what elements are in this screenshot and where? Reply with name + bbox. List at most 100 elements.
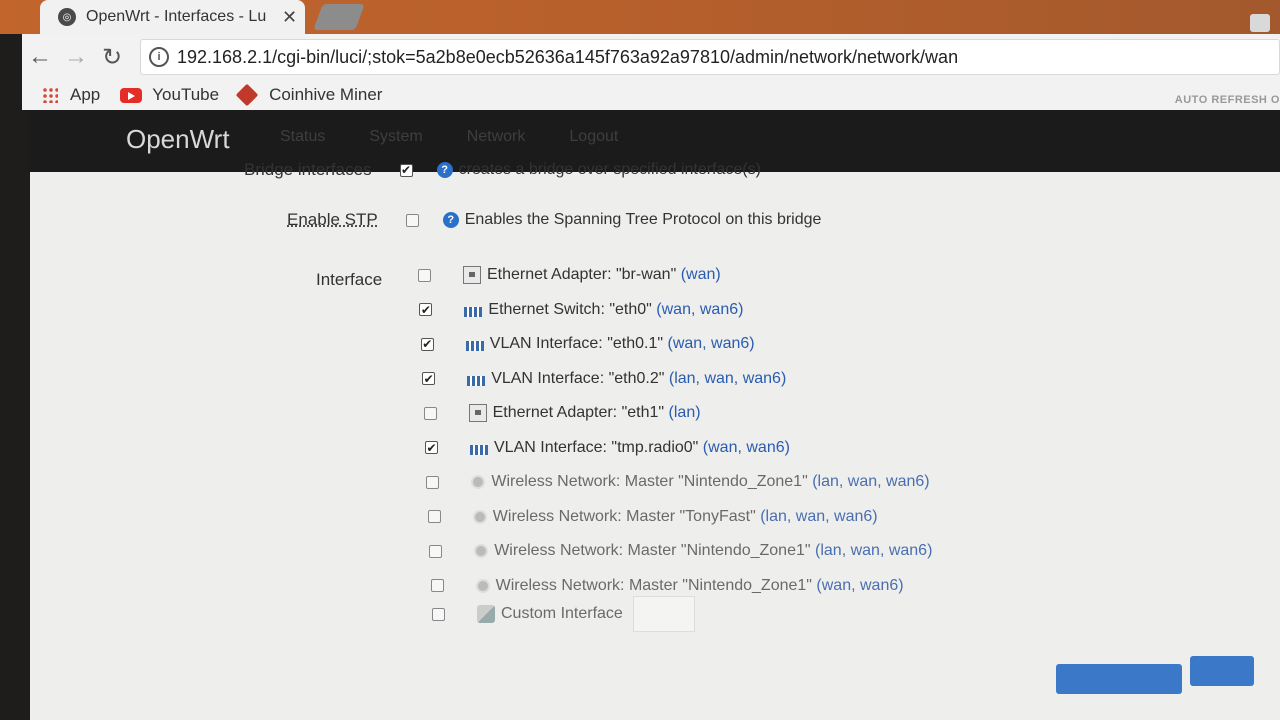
new-tab-button[interactable] [313,4,365,30]
menu-system[interactable]: System [369,128,422,146]
help-icon: ? [436,162,453,178]
custom-interface-input[interactable] [632,596,695,632]
vlan-icon [470,444,488,455]
interface-name: Wireless Network: Master "TonyFast" [492,507,756,525]
interface-row: Wireless Network: Master "Nintendo_Zone1… [426,473,930,491]
ethernet-adapter-icon [468,404,487,422]
interface-zones: (wan, wan6) [702,438,790,456]
wireless-icon [475,578,490,593]
interface-checkbox[interactable] [427,510,441,523]
enable-stp-label: Enable STP [287,210,378,229]
bookmark-label: Coinhive Miner [269,85,383,104]
enable-stp-checkbox[interactable] [405,213,419,227]
main-menu: Status System Network Logout [280,128,662,146]
interface-row: Ethernet Switch: "eth0" (wan, wan6) [419,301,743,319]
url-text: 192.168.2.1/cgi-bin/luci/;stok=5a2b8e0ec… [177,46,959,67]
interface-checkbox[interactable] [418,268,431,282]
interface-name: VLAN Interface: "eth0.1" [489,335,664,352]
wireless-icon [474,544,489,558]
back-icon[interactable]: ← [22,43,58,71]
custom-interface-label: Custom Interface [501,605,623,622]
interface-zones: (lan, wan, wan6) [760,507,878,525]
interface-name: Wireless Network: Master "Nintendo_Zone1… [495,576,812,594]
bridge-help-text: creates a bridge over specified interfac… [458,161,761,178]
stp-help-text: Enables the Spanning Tree Protocol on th… [464,211,822,228]
bookmarks-bar: App YouTube Coinhive Miner [22,80,1280,110]
save-apply-button[interactable] [1056,664,1182,694]
interface-zones: (wan, wan6) [656,300,744,318]
openwrt-brand[interactable]: OpenWrt [126,124,230,155]
vlan-icon [467,375,486,386]
bookmark-label: App [70,85,101,104]
interface-zones: (lan, wan, wan6) [668,369,787,387]
tab-title: OpenWrt - Interfaces - Lu [86,8,267,25]
interface-row: Ethernet Adapter: "br-wan" (wan) [418,266,721,284]
interface-zones: (wan) [680,266,721,283]
interface-row: VLAN Interface: "eth0.2" (lan, wan, wan6… [422,370,786,388]
interface-checkbox[interactable] [430,579,444,592]
interface-label: Interface [316,270,383,289]
browser-toolbar: ← → ↻ i 192.168.2.1/cgi-bin/luci/;stok=5… [22,34,1280,80]
interface-checkbox[interactable] [423,406,437,420]
help-icon: ? [442,212,459,228]
interface-checkbox[interactable] [420,337,434,351]
browser-tab[interactable]: ◎ OpenWrt - Interfaces - Lu ✕ [40,0,305,34]
interface-settings-form: Bridge interfaces ? creates a bridge ove… [30,160,1280,720]
bookmark-label: YouTube [152,85,220,104]
interface-label-row: Interface [316,270,382,290]
youtube-icon [120,87,143,103]
menu-status[interactable]: Status [280,128,325,146]
interface-name: Wireless Network: Master "Nintendo_Zone1… [494,542,811,559]
bridge-interfaces-label: Bridge interfaces [244,160,372,179]
menu-network[interactable]: Network [467,128,526,146]
interface-row: VLAN Interface: "eth0.1" (wan, wan6) [420,335,755,353]
custom-interface-row: Custom Interface [432,596,695,632]
interface-zones: (lan, wan, wan6) [815,542,933,559]
close-tab-icon[interactable]: ✕ [282,7,297,28]
bridge-interfaces-row: Bridge interfaces ? creates a bridge ove… [244,160,761,180]
interface-name: VLAN Interface: "eth0.2" [491,369,665,387]
site-info-icon[interactable]: i [149,47,169,67]
vlan-icon [465,341,484,351]
bridge-interfaces-checkbox[interactable] [399,163,413,177]
bookmark-apps[interactable]: App [42,85,100,105]
interface-name: VLAN Interface: "tmp.radio0" [494,438,699,456]
interface-zones: (wan, wan6) [816,576,904,594]
interface-row: Wireless Network: Master "TonyFast" (lan… [427,507,878,526]
bookmark-coinhive[interactable]: Coinhive Miner [235,83,383,107]
forward-icon[interactable]: → [58,43,94,71]
interface-checkbox[interactable] [419,303,433,316]
wireless-icon [471,475,486,489]
translate-icon[interactable] [1250,14,1270,32]
ethernet-adapter-icon [463,266,481,284]
interface-checkbox[interactable] [426,475,440,489]
interface-row: Ethernet Adapter: "eth1" (lan) [423,404,701,422]
interface-zones: (lan) [668,404,701,421]
address-bar[interactable]: i 192.168.2.1/cgi-bin/luci/;stok=5a2b8e0… [140,39,1280,75]
interface-zones: (lan, wan, wan6) [812,473,930,490]
interface-zones: (wan, wan6) [667,335,755,352]
interface-checkbox[interactable] [429,544,443,558]
auto-refresh-toggle[interactable]: AUTO REFRESH O [1175,94,1280,106]
interface-name: Ethernet Switch: "eth0" [488,300,652,318]
interface-name: Ethernet Adapter: "eth1" [492,404,665,421]
interface-row: Wireless Network: Master "Nintendo_Zone1… [429,542,932,560]
openwrt-favicon-icon: ◎ [58,8,76,26]
interface-name: Wireless Network: Master "Nintendo_Zone1… [491,473,808,490]
tab-strip: ◎ OpenWrt - Interfaces - Lu ✕ [0,0,1280,34]
enable-stp-row: Enable STP ? Enables the Spanning Tree P… [287,210,821,230]
save-button[interactable] [1190,656,1254,686]
ethernet-switch-icon [464,306,483,317]
custom-interface-checkbox[interactable] [432,607,445,621]
reload-icon[interactable]: ↻ [94,43,130,72]
interface-checkbox[interactable] [422,372,436,385]
wireless-icon [472,509,487,524]
interface-row: Wireless Network: Master "Nintendo_Zone1… [430,576,904,595]
bookmark-youtube[interactable]: YouTube [120,85,219,105]
interface-checkbox[interactable] [425,441,438,454]
custom-interface-icon [477,605,495,623]
apps-grid-icon [42,87,58,103]
interface-row: VLAN Interface: "tmp.radio0" (wan, wan6) [425,439,790,457]
interface-name: Ethernet Adapter: "br-wan" [487,266,677,283]
menu-logout[interactable]: Logout [569,128,618,146]
